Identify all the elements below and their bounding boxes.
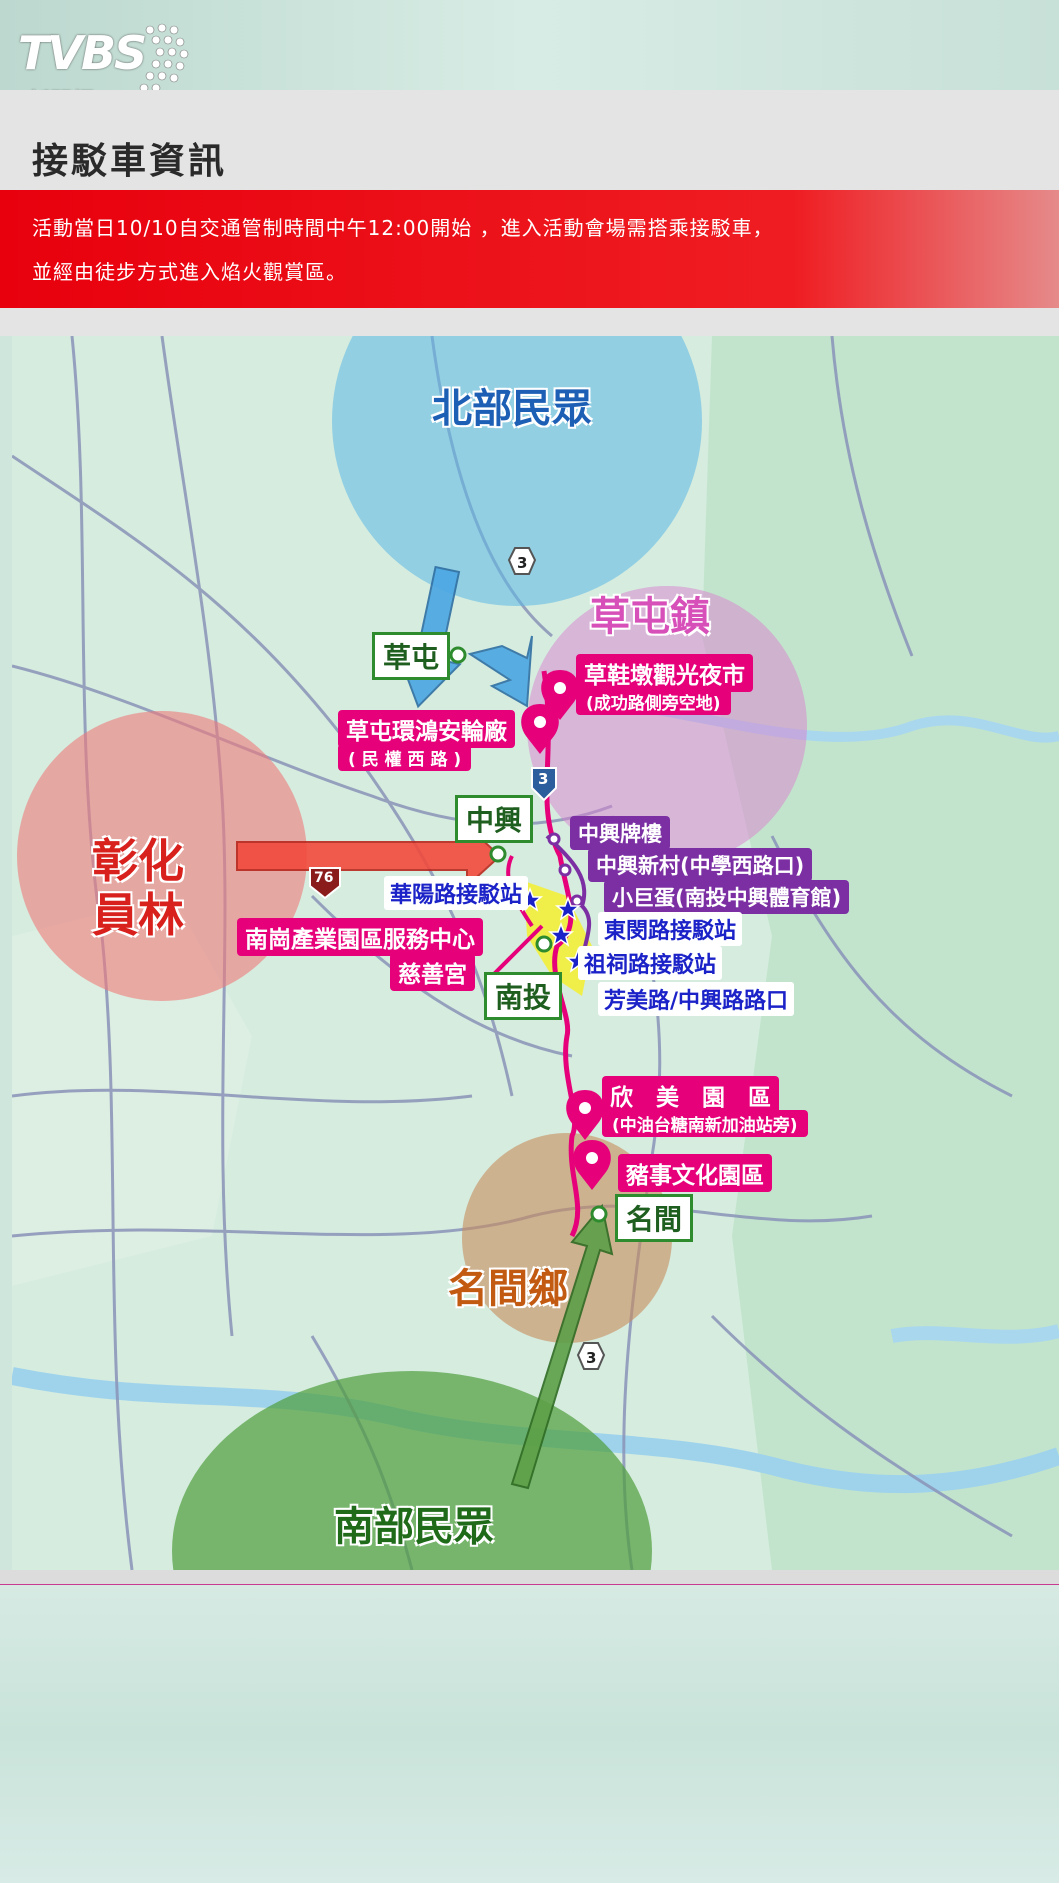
stop-zhushi: 豬事文化園區 (618, 1154, 772, 1192)
stop-huayang: 華陽路接駁站 (384, 876, 529, 910)
blurred-background-bottom (0, 1585, 1059, 1883)
stop-zuci: 祖祠路接駁站 (578, 946, 723, 980)
highway-76-label: 76 (314, 870, 334, 886)
mingjian-town-box: 名間 (615, 1194, 694, 1242)
stop-xinmei-note: (中油台糖南新加油站旁) (602, 1110, 808, 1137)
mingjian-town-label: 名間鄉 (448, 1266, 568, 1312)
mingjian-dot (590, 1205, 608, 1223)
north-region-label: 北部民眾 (432, 386, 592, 432)
page-title: 接駁車資訊 (32, 141, 228, 182)
highway-3-top-label: 3 (517, 554, 528, 572)
stop-paifang: 中興牌樓 (570, 816, 670, 850)
divider-strip (0, 308, 1059, 336)
stop-fangmei: 芳美路/中興路路口 (598, 982, 795, 1016)
notice-line-2: 並經由徒步方式進入焰火觀賞區。 (32, 260, 347, 284)
zhongxing-town-box: 中興 (455, 795, 534, 843)
yuanlin-label: 員林 (92, 888, 184, 942)
stop-dongmin: 東閔路接駁站 (598, 912, 743, 946)
stop-caoxie-name: 草鞋墩觀光夜市 (576, 654, 753, 692)
notice-line-1: 活動當日10/10自交通管制時間中午12:00開始 ，進入活動會場需搭乘接駁車， (32, 216, 774, 240)
stop-cishan: 慈善宮 (390, 953, 475, 991)
stop-xincun: 中興新村(中學西路口) (588, 848, 813, 882)
nantou-dot (535, 935, 553, 953)
caotun-town-label: 草屯鎮 (590, 594, 710, 640)
south-region-label: 南部民眾 (334, 1504, 494, 1550)
nantou-town-box: 南投 (484, 972, 563, 1020)
zhongxing-dot (489, 845, 507, 863)
caotun-dot (449, 646, 467, 664)
logo-dots-icon (139, 23, 189, 93)
stop-honghong-name: 草屯環鴻安輪廠 (338, 710, 515, 748)
logo-text: TVBS (18, 26, 147, 80)
shuttle-map: 3 3 3 76 北部民眾 草屯鎮 彰化 員林 名間鄉 南部民眾 草屯 中興 南… (12, 336, 1059, 1570)
caotun-town-box: 草屯 (372, 632, 451, 680)
stop-xiaojudan: 小巨蛋(南投中興體育館) (604, 880, 850, 914)
stop-caoxie-note: (成功路側旁空地) (576, 688, 731, 715)
stop-honghong-note: ( 民 權 西 路 ) (338, 744, 472, 771)
map-bottom-border (0, 1570, 1059, 1586)
stop-xinmei-name: 欣 美 園 區 (602, 1076, 779, 1114)
stop-nangang: 南崗產業園區服務中心 (237, 918, 483, 956)
highway-3-bottom-label: 3 (586, 1349, 597, 1367)
notice-banner: 活動當日10/10自交通管制時間中午12:00開始 ，進入活動會場需搭乘接駁車，… (0, 190, 1059, 308)
highway-3-mid-label: 3 (538, 770, 549, 788)
changhua-label: 彰化 (92, 834, 184, 888)
map-base (12, 336, 1059, 1570)
